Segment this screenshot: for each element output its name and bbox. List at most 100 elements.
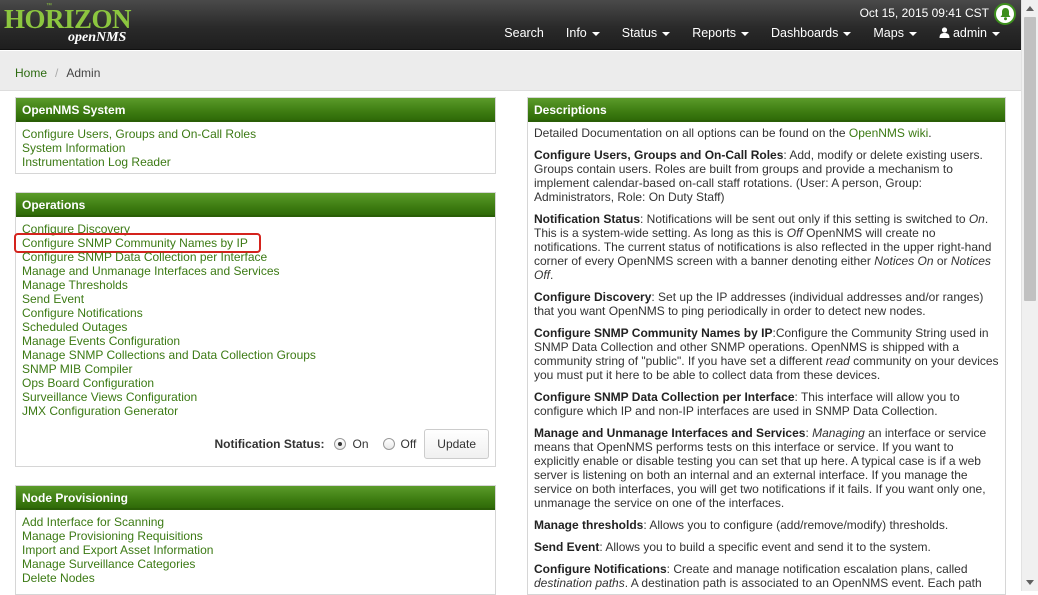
- desc-configure-notifications-text-b: . A destination path is associated to an…: [624, 576, 982, 590]
- node-provisioning-panel: Node Provisioning Add Interface for Scan…: [15, 485, 496, 595]
- notification-off-radio[interactable]: [382, 438, 395, 450]
- link-configure-notifications[interactable]: Configure Notifications: [22, 306, 489, 320]
- link-manage-events-configuration[interactable]: Manage Events Configuration: [22, 334, 489, 348]
- operations-title: Operations: [16, 193, 495, 217]
- desc-snmp-data-collection: Configure SNMP Data Collection per Inter…: [534, 390, 999, 418]
- link-ops-board-configuration[interactable]: Ops Board Configuration: [22, 376, 489, 390]
- menu-dashboards[interactable]: Dashboards: [760, 26, 862, 40]
- desc-configure-discovery-title: Configure Discovery: [534, 290, 652, 304]
- opennms-system-panel: OpenNMS System Configure Users, Groups a…: [15, 97, 496, 174]
- menu-info-label: Info: [565, 26, 587, 40]
- desc-snmp-community-names: Configure SNMP Community Names by IP:Con…: [534, 326, 999, 382]
- link-configure-snmp-community-names[interactable]: Configure SNMP Community Names by IP: [14, 233, 489, 253]
- menu-status[interactable]: Status: [611, 26, 681, 40]
- desc-manage-thresholds-text: : Allows you to configure (add/remove/mo…: [643, 518, 949, 532]
- opennms-horizon-logo[interactable]: HORIZON ™ openNMS: [2, 3, 142, 47]
- desc-configure-notifications-text-a: : Create and manage notification escalat…: [666, 562, 968, 576]
- scroll-down-arrow-icon[interactable]: [1026, 580, 1034, 585]
- user-icon: [939, 27, 950, 38]
- link-snmp-mib-compiler[interactable]: SNMP MIB Compiler: [22, 362, 489, 376]
- notification-off-label: Off: [400, 437, 417, 451]
- descriptions-title: Descriptions: [528, 98, 1005, 122]
- chevron-down-icon: [740, 31, 749, 36]
- desc-intro: Detailed Documentation on all options ca…: [534, 126, 999, 140]
- desc-configure-discovery: Configure Discovery: Set up the IP addre…: [534, 290, 999, 318]
- menu-dashboards-label: Dashboards: [770, 26, 839, 40]
- link-send-event[interactable]: Send Event: [22, 292, 489, 306]
- desc-manage-thresholds: Manage thresholds: Allows you to configu…: [534, 518, 999, 532]
- node-provisioning-links: Add Interface for Scanning Manage Provis…: [16, 510, 495, 589]
- top-navbar: HORIZON ™ openNMS Oct 15, 2015 09:41 CST…: [0, 0, 1021, 50]
- desc-send-event-text: : Allows you to build a specific event a…: [599, 540, 931, 554]
- link-configure-users[interactable]: Configure Users, Groups and On-Call Role…: [22, 127, 489, 141]
- menu-user-label: admin: [952, 26, 987, 40]
- menu-search[interactable]: Search: [493, 26, 555, 40]
- desc-manage-thresholds-title: Manage thresholds: [534, 518, 644, 532]
- desc-configure-notifications: Configure Notifications: Create and mana…: [534, 562, 999, 590]
- link-manage-provisioning-requisitions[interactable]: Manage Provisioning Requisitions: [22, 529, 489, 543]
- breadcrumb: Home / Admin: [0, 51, 1021, 91]
- menu-user[interactable]: admin: [928, 26, 1011, 40]
- breadcrumb-current: Admin: [66, 66, 101, 80]
- scrollbar-thumb[interactable]: [1024, 17, 1036, 301]
- link-configure-snmp-data-collection[interactable]: Configure SNMP Data Collection per Inter…: [22, 250, 489, 264]
- link-manage-thresholds[interactable]: Manage Thresholds: [22, 278, 489, 292]
- desc-notification-end: .: [550, 268, 554, 282]
- operations-panel: Operations Configure Discovery Configure…: [14, 192, 496, 467]
- desc-send-event-title: Send Event: [534, 540, 600, 554]
- notification-status-row: Notification Status: On Off Update: [214, 429, 489, 459]
- chevron-down-icon: [908, 31, 917, 36]
- link-manage-snmp-collections[interactable]: Manage SNMP Collections and Data Collect…: [22, 348, 489, 362]
- link-system-information[interactable]: System Information: [22, 141, 489, 155]
- desc-intro-end: .: [928, 126, 932, 140]
- menu-maps[interactable]: Maps: [862, 26, 928, 40]
- update-button[interactable]: Update: [424, 429, 489, 459]
- link-add-interface-for-scanning[interactable]: Add Interface for Scanning: [22, 515, 489, 529]
- logo-opennms-text: openNMS: [68, 30, 127, 45]
- notification-on-label: On: [352, 437, 369, 451]
- desc-notification-off: Off: [786, 226, 803, 240]
- menu-maps-label: Maps: [873, 26, 904, 40]
- breadcrumb-home-link[interactable]: Home: [15, 66, 47, 80]
- notification-on-radio[interactable]: [334, 438, 347, 450]
- opennms-system-links: Configure Users, Groups and On-Call Role…: [16, 122, 495, 173]
- opennms-wiki-link[interactable]: OpenNMS wiki: [849, 126, 928, 140]
- desc-intro-text: Detailed Documentation on all options ca…: [534, 126, 849, 140]
- link-delete-nodes[interactable]: Delete Nodes: [22, 571, 489, 585]
- link-instrumentation-log-reader[interactable]: Instrumentation Log Reader: [22, 155, 489, 169]
- desc-managing: Managing: [812, 426, 865, 440]
- scroll-up-arrow-icon[interactable]: [1026, 6, 1034, 11]
- menu-reports-label: Reports: [692, 26, 736, 40]
- operations-links: Configure Discovery Configure SNMP Commu…: [14, 217, 495, 422]
- desc-manage-interfaces: Manage and Unmanage Interfaces and Servi…: [534, 426, 999, 510]
- notifications-bell-icon[interactable]: [994, 3, 1016, 25]
- desc-notification-status: Notification Status: Notifications will …: [534, 212, 999, 282]
- link-jmx-configuration-generator[interactable]: JMX Configuration Generator: [22, 404, 489, 418]
- node-provisioning-title: Node Provisioning: [16, 486, 495, 510]
- link-manage-unmanage-interfaces[interactable]: Manage and Unmanage Interfaces and Servi…: [22, 264, 489, 278]
- opennms-system-title: OpenNMS System: [16, 98, 495, 122]
- desc-send-event: Send Event: Allows you to build a specif…: [534, 540, 999, 554]
- menu-search-label: Search: [504, 26, 544, 40]
- menu-status-label: Status: [621, 26, 658, 40]
- desc-configure-users-title: Configure Users, Groups and On-Call Role…: [534, 148, 784, 162]
- link-manage-surveillance-categories[interactable]: Manage Surveillance Categories: [22, 557, 489, 571]
- desc-manage-interfaces-title: Manage and Unmanage Interfaces and Servi…: [534, 426, 806, 440]
- chevron-down-icon: [843, 31, 852, 36]
- link-surveillance-views-configuration[interactable]: Surveillance Views Configuration: [22, 390, 489, 404]
- desc-snmp-community-names-title: Configure SNMP Community Names by IP: [534, 326, 773, 340]
- desc-notification-on: On: [968, 212, 985, 226]
- menu-info[interactable]: Info: [555, 26, 611, 40]
- breadcrumb-separator: /: [55, 66, 59, 80]
- desc-destination-paths: destination paths: [534, 576, 625, 590]
- descriptions-panel: Descriptions Detailed Documentation on a…: [527, 97, 1006, 595]
- desc-notification-or: or: [933, 254, 951, 268]
- menu-reports[interactable]: Reports: [681, 26, 760, 40]
- link-import-export-asset-information[interactable]: Import and Export Asset Information: [22, 543, 489, 557]
- main-menu: Search Info Status Reports Dashboards Ma…: [493, 26, 1011, 40]
- link-scheduled-outages[interactable]: Scheduled Outages: [22, 320, 489, 334]
- desc-configure-users: Configure Users, Groups and On-Call Role…: [534, 148, 999, 204]
- page-scrollbar[interactable]: [1021, 0, 1038, 591]
- desc-notification-status-text-a: : Notifications will be sent out only if…: [640, 212, 969, 226]
- chevron-down-icon: [591, 31, 600, 36]
